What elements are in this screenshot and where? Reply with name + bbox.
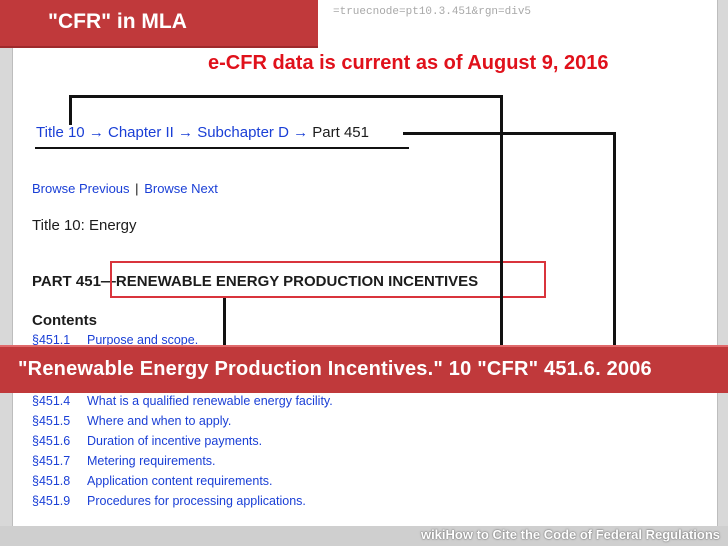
toc-item[interactable]: §451.6 Duration of incentive payments. <box>32 434 262 448</box>
breadcrumb-current-part: Part 451 <box>312 124 369 141</box>
connector-line-part <box>403 132 616 135</box>
wikihow-watermark: wikiHow to Cite the Code of Federal Regu… <box>421 527 720 542</box>
toc-item[interactable]: §451.8 Application content requirements. <box>32 474 273 488</box>
watermark-text: How to Cite the Code of Federal Regulati… <box>445 527 720 542</box>
toc-section-label: Procedures for processing applications. <box>87 494 306 508</box>
overlay-title: "CFR" in MLA <box>48 10 187 33</box>
breadcrumb-subchapter-d[interactable]: Subchapter D <box>197 124 289 141</box>
browse-next-link[interactable]: Browse Next <box>144 181 218 196</box>
toc-item[interactable]: §451.5 Where and when to apply. <box>32 414 231 428</box>
contents-heading: Contents <box>32 312 97 329</box>
toc-section-number: §451.9 <box>32 494 71 508</box>
breadcrumb-arrow: → <box>293 124 309 141</box>
part-name-highlight-box <box>110 261 546 298</box>
toc-section-label: What is a qualified renewable energy fac… <box>87 394 333 408</box>
toc-section-label: Where and when to apply. <box>87 414 232 428</box>
toc-section-number: §451.8 <box>32 474 71 488</box>
toc-item[interactable]: §451.9 Procedures for processing applicat… <box>32 494 306 508</box>
breadcrumb-title-10[interactable]: Title 10 <box>36 124 85 141</box>
toc-section-number: §451.5 <box>32 414 71 428</box>
citation-example: "Renewable Energy Production Incentives.… <box>18 358 652 380</box>
toc-section-number: §451.4 <box>32 394 71 408</box>
breadcrumb-arrow: → <box>88 124 104 141</box>
breadcrumb-underline <box>35 147 409 149</box>
toc-section-label: Metering requirements. <box>87 454 216 468</box>
breadcrumb: Title 10 → Chapter II → Subchapter D → P… <box>36 124 369 141</box>
breadcrumb-arrow: → <box>178 124 194 141</box>
part-prefix: PART 451— <box>32 273 116 290</box>
connector-line-top <box>69 95 502 98</box>
title-heading: Title 10: Energy <box>32 217 137 234</box>
url-fragment: =truecnode=pt10.3.451&rgn=div5 <box>333 6 532 18</box>
toc-item[interactable]: §451.4 What is a qualified renewable ener… <box>32 394 333 408</box>
toc-section-label: Application content requirements. <box>87 474 273 488</box>
toc-section-number: §451.6 <box>32 434 71 448</box>
breadcrumb-chapter-ii[interactable]: Chapter II <box>108 124 174 141</box>
connector-line-part-drop <box>613 132 616 345</box>
browser-page: =truecnode=pt10.3.451&rgn=div5 e-CFR dat… <box>12 0 718 526</box>
connector-line-part-name-drop <box>223 298 226 345</box>
browse-nav: Browse Previous | Browse Next <box>32 181 218 196</box>
citation-banner: "Renewable Energy Production Incentives.… <box>0 345 728 393</box>
data-currency-notice: e-CFR data is current as of August 9, 20… <box>208 52 609 74</box>
browse-previous-link[interactable]: Browse Previous <box>32 181 130 196</box>
toc-section-label: Duration of incentive payments. <box>87 434 263 448</box>
watermark-brand: wiki <box>420 527 446 542</box>
connector-line-title-drop <box>69 95 72 125</box>
browse-separator: | <box>135 181 139 196</box>
overlay-title-banner: "CFR" in MLA <box>0 0 318 48</box>
toc-item[interactable]: §451.7 Metering requirements. <box>32 454 216 468</box>
toc-section-number: §451.7 <box>32 454 71 468</box>
